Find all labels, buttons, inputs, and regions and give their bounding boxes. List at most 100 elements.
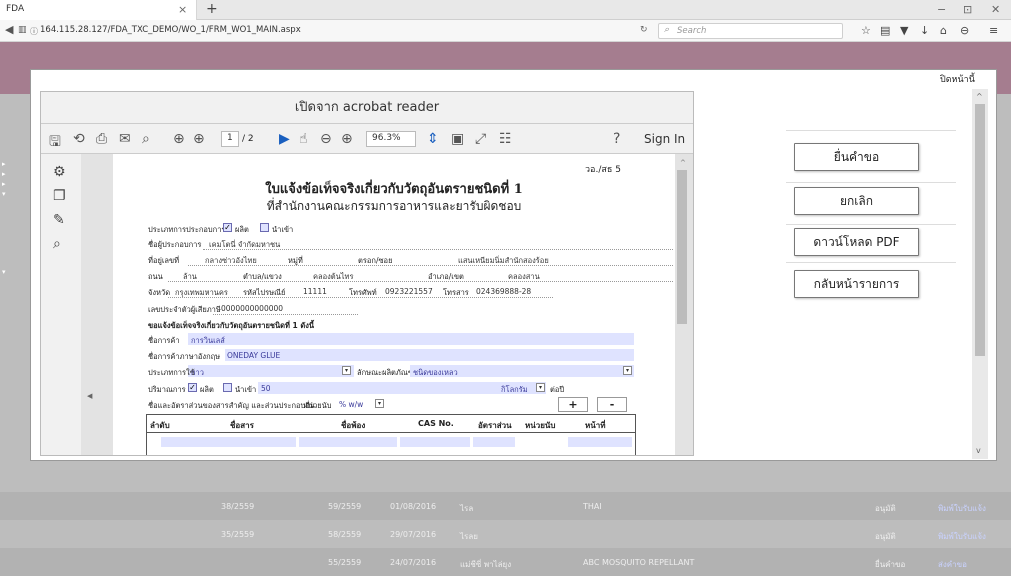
pdf-header[interactable]: เปิดจาก acrobat reader [41,92,693,124]
product-nature-dropdown-icon[interactable]: ▾ [623,366,632,375]
divider [786,262,956,263]
search-panel-icon[interactable]: ⌕ [53,236,61,252]
usage-type-select[interactable] [188,365,354,377]
print-icon[interactable]: ⎙ [96,131,107,147]
tab-close-icon[interactable]: × [178,3,187,16]
search-icon: ⌕ [664,25,670,35]
window-close-icon[interactable]: ✕ [991,3,1000,16]
find-icon[interactable]: ⌕ [142,131,150,147]
scroll-down-arrow-icon[interactable]: v [976,446,981,455]
modal-scrollbar-thumb[interactable] [975,104,985,356]
qty-import-checkbox[interactable] [223,383,232,392]
composition-unit-label: หน่วยนับ [303,401,332,410]
close-page-link[interactable]: ปิดหน้านี้ [940,72,975,86]
table-row[interactable]: 35/2559 58/2559 29/07/2016 ไรลย อนุมัติ … [0,520,1011,548]
attachment-icon[interactable]: ✎ [53,212,65,228]
new-tab-button[interactable]: + [206,1,218,17]
bookmark-star-icon[interactable]: ☆ [861,24,871,37]
unit-value: กิโลกรัม [501,385,528,394]
cancel-button[interactable]: ยกเลิก [794,187,919,215]
prev-page-icon[interactable]: ⊕ [173,131,185,147]
info-icon[interactable]: ⓘ [30,26,38,37]
select-tool-icon[interactable]: ▶ [279,131,290,147]
pocket-icon[interactable]: ▼ [900,24,908,37]
trade-name-en-label: ชื่อการค้าภาษาอังกฤษ [148,352,221,361]
comment-icon[interactable]: ☷ [499,131,512,147]
sync-icon[interactable]: ⊖ [960,24,969,37]
page-number-input[interactable]: 1 [221,131,239,147]
maximize-icon[interactable]: ⊡ [963,3,972,16]
sidebar-marker: ▸ [2,170,6,178]
tab-title: FDA [6,4,25,14]
pages-icon[interactable]: ❐ [53,188,66,204]
import-checkbox[interactable] [260,223,269,232]
pdf-left-toolbar: ⚙ ❐ ✎ ⌕ [41,154,81,455]
quantity-input[interactable] [258,382,498,394]
unit-dropdown-icon[interactable]: ▾ [536,383,545,392]
zoom-in-icon[interactable]: ⊕ [341,131,353,147]
ratio-field[interactable] [473,437,515,447]
back-to-list-button[interactable]: กลับหน้ารายการ [794,270,919,298]
row-link[interactable]: พิมพ์ใบรับแจ้ง [938,502,986,515]
share-icon[interactable]: ⟲ [73,131,85,147]
save-icon[interactable]: 🖫 [49,131,61,155]
trade-name-en-field[interactable] [225,349,634,361]
row-name: ไรล [460,504,474,513]
reader-view-icon[interactable]: ▥ [18,25,27,35]
tools-icon[interactable]: ⚙ [53,164,66,180]
table-row[interactable]: 38/2559 59/2559 01/08/2016 ไรล THAI อนุม… [0,492,1011,520]
email-icon[interactable]: ✉ [119,131,131,147]
search-input[interactable]: ⌕ Search [658,23,843,39]
divider [786,130,956,131]
pdf-scrollbar-thumb[interactable] [677,170,687,324]
substance-name-field[interactable] [161,437,296,447]
row-link[interactable]: ส่งคำขอ [938,558,967,571]
clipboard-icon[interactable]: ▤ [880,24,890,37]
cas-field[interactable] [400,437,470,447]
table-row[interactable]: 55/2559 24/07/2016 แม่ชีซี่ พาไล่ยุง ABC… [0,548,1011,576]
taxid-label: เลขประจำตัวผู้เสียภาษี [148,305,221,314]
reload-icon[interactable]: ↻ [640,25,648,35]
pdf-scroll-up-icon[interactable]: ^ [680,159,686,167]
minimize-icon[interactable]: − [937,3,946,16]
usage-type-dropdown-icon[interactable]: ▾ [342,366,351,375]
fullscreen-icon[interactable]: ⤢ [475,131,486,147]
fit-page-icon[interactable]: ▣ [451,131,464,147]
zoom-select[interactable]: 96.3% [366,131,416,147]
submit-request-button[interactable]: ยื่นคำขอ [794,143,919,171]
prev-arrow-icon[interactable]: ◀ [87,392,92,400]
add-row-button[interactable]: + [558,397,588,412]
download-icon[interactable]: ↓ [920,24,929,37]
browser-tab[interactable]: FDA × [0,0,197,20]
remove-row-button[interactable]: - [597,397,627,412]
back-arrow-icon[interactable]: ◀ [5,23,13,36]
home-icon[interactable]: ⌂ [940,24,947,37]
phone-value[interactable]: 0923221557 [385,287,433,296]
row-link[interactable]: พิมพ์ใบรับแจ้ง [938,530,986,543]
url-text[interactable]: 164.115.28.127/FDA_TXC_DEMO/WO_1/FRM_WO1… [40,25,301,35]
trade-name-field[interactable] [188,333,634,345]
function-field[interactable] [568,437,632,447]
postcode-value[interactable]: 11111 [303,287,327,296]
menu-icon[interactable]: ≡ [989,24,998,37]
qty-produce-checkbox[interactable]: ✓ [188,383,197,392]
hand-tool-icon[interactable]: ☝ [299,131,308,147]
produce-label: ผลิต [235,225,249,234]
scroll-up-arrow-icon[interactable]: ^ [976,92,983,101]
fax-value[interactable]: 024369888-28 [476,287,531,296]
road-label: ถนน [148,272,163,281]
produce-checkbox[interactable]: ✓ [223,223,232,232]
row-date: 29/07/2016 [390,530,437,539]
synonym-field[interactable] [299,437,397,447]
fit-width-icon[interactable]: ⇕ [427,131,439,147]
search-placeholder: Search [677,26,707,36]
sign-in-link[interactable]: Sign In [644,132,685,146]
download-pdf-button[interactable]: ดาวน์โหลด PDF [794,228,919,256]
composition-unit-dropdown-icon[interactable]: ▾ [375,399,384,408]
composition-unit-value[interactable]: % w/w [339,400,363,409]
taxid-value[interactable]: 0000000000000 [221,304,283,313]
zoom-out-icon[interactable]: ⊖ [320,131,332,147]
dotted-line [188,265,673,266]
help-icon[interactable]: ? [613,131,620,147]
next-page-icon[interactable]: ⊕ [193,131,205,147]
